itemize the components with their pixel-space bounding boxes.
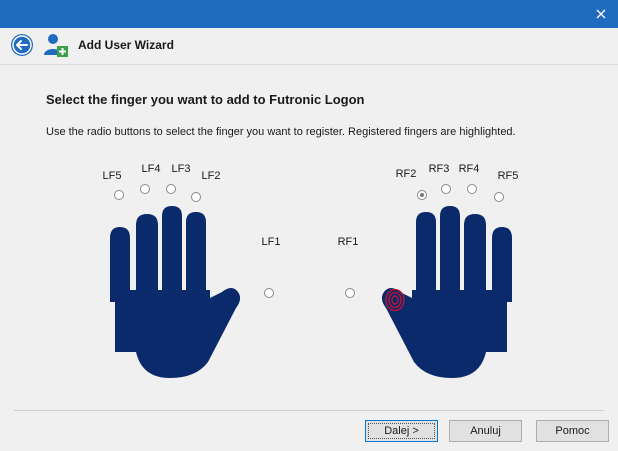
radio-rf4[interactable] bbox=[467, 184, 477, 194]
label-lf5: LF5 bbox=[102, 170, 122, 182]
label-lf4: LF4 bbox=[141, 163, 161, 175]
next-button-label: Dalej > bbox=[368, 423, 435, 439]
radio-rf1[interactable] bbox=[345, 288, 355, 298]
label-lf3: LF3 bbox=[171, 163, 191, 175]
radio-rf5[interactable] bbox=[494, 192, 504, 202]
label-rf4: RF4 bbox=[458, 163, 480, 175]
radio-lf4[interactable] bbox=[140, 184, 150, 194]
label-lf1: LF1 bbox=[261, 236, 281, 248]
radio-lf2[interactable] bbox=[191, 192, 201, 202]
radio-lf5[interactable] bbox=[114, 190, 124, 200]
help-button[interactable]: Pomoc bbox=[536, 420, 609, 442]
label-rf5: RF5 bbox=[497, 170, 519, 182]
radio-lf1[interactable] bbox=[264, 288, 274, 298]
label-rf2: RF2 bbox=[395, 168, 417, 180]
cancel-button[interactable]: Anuluj bbox=[449, 420, 522, 442]
label-rf3: RF3 bbox=[428, 163, 450, 175]
label-lf2: LF2 bbox=[201, 170, 221, 182]
radio-rf2[interactable] bbox=[417, 190, 427, 200]
label-rf1: RF1 bbox=[337, 236, 359, 248]
hands-illustration bbox=[110, 206, 512, 378]
radio-lf3[interactable] bbox=[166, 184, 176, 194]
next-button[interactable]: Dalej > bbox=[365, 420, 438, 442]
radio-rf3[interactable] bbox=[441, 184, 451, 194]
left-hand-icon bbox=[110, 206, 241, 378]
footer-divider bbox=[14, 410, 604, 411]
